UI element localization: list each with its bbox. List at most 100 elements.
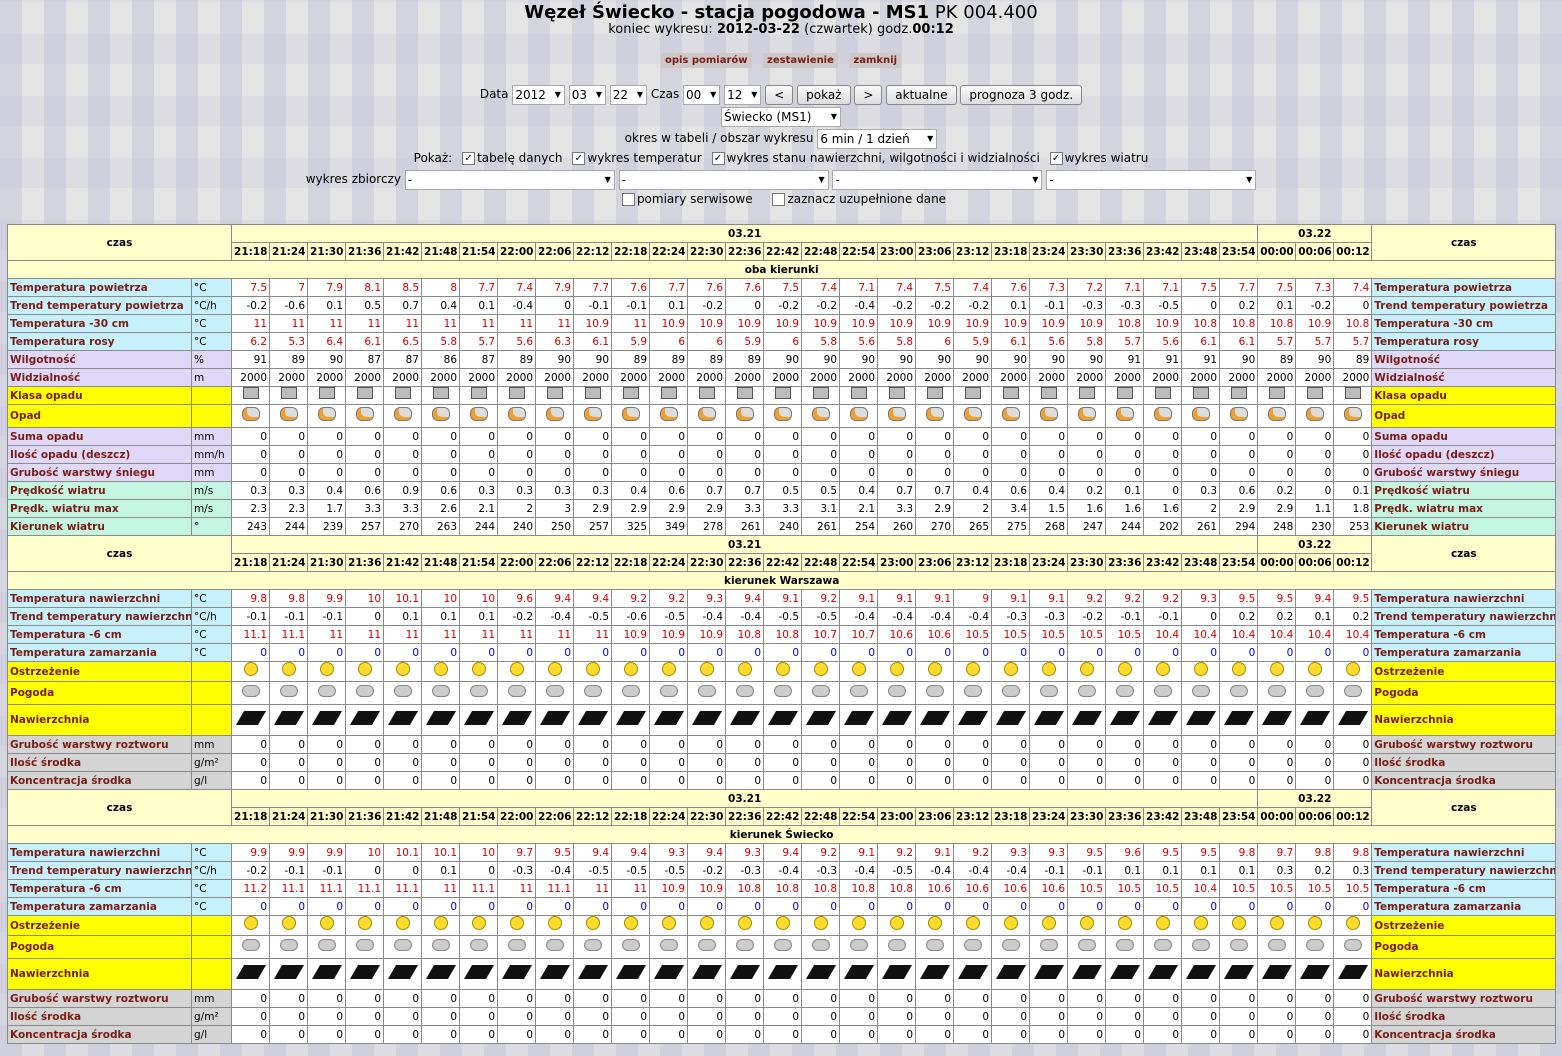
icon-cell [839,404,879,428]
value-cell: 0 [839,463,879,482]
value-cell: 0 [953,445,993,464]
icon-cell [1105,661,1145,682]
time-header: 22:06 [535,242,575,261]
warning-smiley-icon [661,662,676,676]
minute-select[interactable]: 12 [724,84,762,105]
next-button[interactable]: > [854,84,883,105]
time-header: 22:18 [611,553,651,572]
value-cell: 2000 [611,368,651,387]
icon-cell [801,915,841,936]
value-cell: 0 [687,897,727,916]
value-cell: -0.2 [1067,607,1107,626]
row-unit [190,935,233,959]
link-close[interactable]: zamknij [849,53,902,68]
weather-cloud-icon [431,684,450,697]
warning-smiley-icon [1117,916,1132,930]
value-cell: 0.6 [1219,481,1259,500]
value-cell: 9.1 [915,589,955,608]
value-cell: 3 [535,499,575,518]
prev-button[interactable]: < [765,84,794,105]
value-cell: -0.4 [687,607,727,626]
value-cell: 0 [649,897,689,916]
time-header: 21:36 [345,807,385,826]
combined-select-4[interactable]: - [1046,169,1257,190]
value-cell: 0.3 [1181,481,1221,500]
weather-cloud-icon [431,938,450,951]
value-cell: 7.7 [459,278,499,297]
icon-cell [953,681,993,705]
time-header: 23:06 [915,807,955,826]
year-select[interactable]: 2012 [512,84,565,105]
icon-cell [649,386,689,405]
value-cell: 10.7 [839,625,879,644]
forecast-button[interactable]: prognoza 3 godz. [960,84,1083,105]
row-label: Klasa opadu [7,386,192,405]
combined-select-3[interactable]: - [832,169,1043,190]
value-cell: 2000 [1029,368,1069,387]
row-label: Temperatura nawierzchni [7,589,192,608]
data-table-checkbox[interactable]: ✓ [462,152,476,165]
link-summary[interactable]: zestawienie [763,53,838,68]
supplemented-data-checkbox[interactable] [772,193,786,206]
month-select[interactable]: 03 [568,84,606,105]
value-cell: 10.5 [953,625,993,644]
road-surface-icon [1033,710,1064,725]
value-cell: -0.4 [535,861,575,880]
icon-cell [421,386,461,405]
value-cell: 11 [535,314,575,333]
value-cell: 0 [649,643,689,662]
station-select[interactable]: Świecko (MS1) [721,106,841,127]
icon-cell [649,958,689,990]
value-cell: 0.1 [649,296,689,315]
surface-chart-checkbox[interactable]: ✓ [711,152,725,165]
link-measurement-description[interactable]: opis pomiarów [660,53,752,68]
value-cell: 89 [1333,350,1373,369]
period-select[interactable]: 6 min / 1 dzień [817,128,938,149]
precip-class-icon [1040,387,1057,399]
value-cell: 0 [573,771,613,790]
value-cell: -0.2 [953,296,993,315]
value-cell: -0.3 [991,607,1031,626]
show-button[interactable]: pokaż [797,84,851,105]
value-cell: -0.3 [725,861,765,880]
road-surface-icon [1147,710,1178,725]
row-label: Ilość opadu (deszcz) [7,445,192,464]
value-cell: 9.5 [1257,589,1297,608]
row-label-right: Wilgotność [1371,350,1557,369]
temp-chart-checkbox[interactable]: ✓ [572,152,586,165]
table-row: Prędkość wiatru m/s 0.3 0.3 0.4 0.6 0.9 0.6 0.3 0… [7,481,1557,500]
value-cell: 0 [421,427,461,446]
road-surface-icon [311,710,342,725]
icon-cell [1105,404,1145,428]
combined-select-1[interactable]: - [404,169,615,190]
current-button[interactable]: aktualne [886,84,957,105]
service-measurements-checkbox[interactable] [621,193,635,206]
row-label-right: Temperatura -6 cm [1371,625,1557,644]
combined-select-2[interactable]: - [618,169,829,190]
weather-cloud-icon [279,684,298,697]
icon-cell [231,661,271,682]
value-cell: 11.1 [269,879,309,898]
wind-chart-checkbox[interactable]: ✓ [1049,152,1063,165]
value-cell: 0 [1333,771,1373,790]
value-cell: 0 [1181,771,1221,790]
date-header: 03.22 [1257,224,1373,243]
value-cell: 0.3 [459,481,499,500]
warning-smiley-icon [851,662,866,676]
icon-cell [1257,386,1297,405]
value-cell: 7.7 [649,278,689,297]
value-cell: 6.3 [535,332,575,351]
value-cell: 7.9 [307,278,347,297]
icon-cell [763,704,803,736]
value-cell: 11.1 [459,879,499,898]
value-cell: 10.9 [649,625,689,644]
day-select[interactable]: 22 [609,84,648,105]
icon-cell [1067,386,1107,405]
value-cell: 0.3 [269,481,309,500]
row-label: Temperatura zamarzania [7,897,192,916]
value-cell: 1.6 [1143,499,1183,518]
hour-select[interactable]: 00 [683,84,721,105]
period-label: okres w tabeli / obszar wykresu [624,131,814,145]
warning-smiley-icon [1117,662,1132,676]
value-cell: 2000 [1219,368,1259,387]
